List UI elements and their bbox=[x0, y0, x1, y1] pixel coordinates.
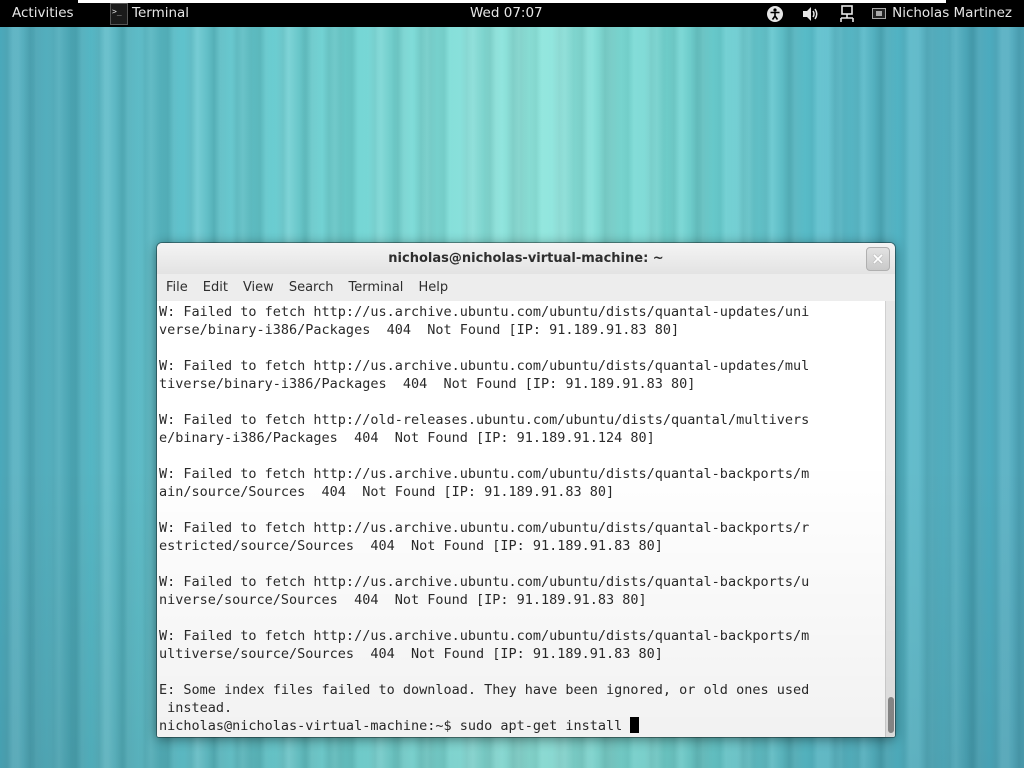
terminal-line: W: Failed to fetch http://us.archive.ubu… bbox=[159, 466, 810, 482]
user-name: Nicholas Martinez bbox=[892, 5, 1012, 21]
terminal-line: W: Failed to fetch http://old-releases.u… bbox=[159, 412, 810, 428]
menu-view[interactable]: View bbox=[243, 280, 274, 295]
terminal-line: verse/binary-i386/Packages 404 Not Found… bbox=[159, 322, 680, 338]
clock[interactable]: Wed 07:07 bbox=[470, 0, 543, 27]
terminal-output[interactable]: W: Failed to fetch http://us.archive.ubu… bbox=[157, 301, 885, 737]
menu-search[interactable]: Search bbox=[289, 280, 334, 295]
accessibility-icon[interactable] bbox=[764, 0, 786, 27]
typed-command: sudo apt-get install bbox=[459, 718, 631, 734]
user-menu[interactable]: Nicholas Martinez bbox=[872, 0, 1012, 27]
terminal-line: estricted/source/Sources 404 Not Found [… bbox=[159, 538, 663, 554]
volume-icon[interactable] bbox=[800, 0, 822, 27]
top-panel: Activities Terminal Wed 07:07 bbox=[0, 0, 1024, 27]
terminal-line: instead. bbox=[159, 700, 233, 716]
network-icon[interactable] bbox=[836, 0, 858, 27]
app-menu[interactable]: Terminal bbox=[110, 0, 189, 27]
terminal-line: W: Failed to fetch http://us.archive.ubu… bbox=[159, 358, 810, 374]
activities-button[interactable]: Activities bbox=[12, 0, 74, 27]
terminal-line: W: Failed to fetch http://us.archive.ubu… bbox=[159, 628, 810, 644]
menu-help[interactable]: Help bbox=[418, 280, 448, 295]
terminal-line: ain/source/Sources 404 Not Found [IP: 91… bbox=[159, 484, 615, 500]
terminal-line: tiverse/binary-i386/Packages 404 Not Fou… bbox=[159, 376, 696, 392]
menu-edit[interactable]: Edit bbox=[203, 280, 228, 295]
close-icon[interactable]: × bbox=[866, 247, 890, 271]
scrollbar-thumb[interactable] bbox=[888, 697, 894, 733]
app-menu-label: Terminal bbox=[132, 5, 190, 21]
top-highlight-strip bbox=[78, 0, 946, 3]
terminal-line: E: Some index files failed to download. … bbox=[159, 682, 810, 698]
terminal-scrollbar[interactable] bbox=[885, 301, 895, 737]
terminal-line: e/binary-i386/Packages 404 Not Found [IP… bbox=[159, 430, 655, 446]
menu-terminal[interactable]: Terminal bbox=[348, 280, 403, 295]
shell-prompt: nicholas@nicholas-virtual-machine:~$ bbox=[159, 718, 460, 734]
terminal-window: nicholas@nicholas-virtual-machine: ~ × F… bbox=[157, 243, 895, 737]
terminal-line: ultiverse/source/Sources 404 Not Found [… bbox=[159, 646, 663, 662]
text-cursor bbox=[630, 717, 640, 733]
user-status-icon bbox=[872, 8, 887, 19]
menu-file[interactable]: File bbox=[166, 280, 188, 295]
terminal-line: niverse/source/Sources 404 Not Found [IP… bbox=[159, 592, 647, 608]
window-title: nicholas@nicholas-virtual-machine: ~ bbox=[388, 251, 664, 266]
menu-bar: File Edit View Search Terminal Help bbox=[157, 274, 895, 301]
terminal-app-icon bbox=[110, 0, 128, 25]
window-titlebar[interactable]: nicholas@nicholas-virtual-machine: ~ × bbox=[157, 243, 895, 274]
prompt-line: nicholas@nicholas-virtual-machine:~$ sud… bbox=[159, 717, 885, 735]
terminal-line: W: Failed to fetch http://us.archive.ubu… bbox=[159, 304, 810, 320]
status-area: Nicholas Martinez bbox=[764, 0, 1024, 27]
terminal-line: W: Failed to fetch http://us.archive.ubu… bbox=[159, 520, 810, 536]
terminal-line: W: Failed to fetch http://us.archive.ubu… bbox=[159, 574, 810, 590]
